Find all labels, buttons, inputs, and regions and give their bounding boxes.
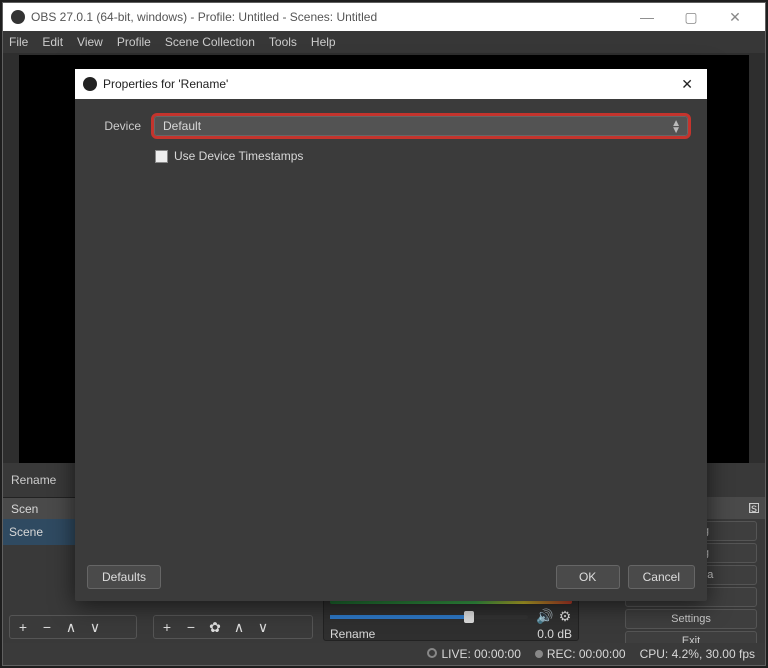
scenes-toolbar: + − ∧ ∨	[9, 615, 137, 639]
dialog-titlebar: Properties for 'Rename' ✕	[75, 69, 707, 99]
scenes-panel-header: Scen	[3, 497, 81, 519]
device-label: Device	[91, 119, 141, 133]
speaker-icon[interactable]: 🔊	[536, 608, 550, 625]
scene-up-icon[interactable]: ∧	[64, 619, 78, 636]
source-item-label[interactable]: Rename	[11, 473, 56, 487]
obs-main-window: OBS 27.0.1 (64-bit, windows) - Profile: …	[2, 2, 766, 666]
status-cpu: CPU: 4.2%, 30.00 fps	[640, 647, 755, 661]
minimize-button[interactable]: —	[625, 9, 669, 25]
mixer-settings-icon[interactable]: ⚙	[558, 608, 572, 625]
dialog-button-row: Defaults OK Cancel	[87, 565, 695, 589]
scenes-header-text: Scen	[11, 502, 38, 516]
remove-source-icon[interactable]: −	[184, 619, 198, 635]
menu-help[interactable]: Help	[311, 35, 336, 49]
status-live: LIVE: 00:00:00	[427, 647, 520, 661]
menu-scene-collection[interactable]: Scene Collection	[165, 35, 255, 49]
close-button[interactable]: ✕	[713, 9, 757, 26]
menu-file[interactable]: File	[9, 35, 28, 49]
popout-icon[interactable]	[749, 503, 759, 513]
scene-item[interactable]: Scene	[3, 519, 81, 545]
device-dropdown-highlight: Default ▲▼	[151, 113, 691, 139]
mixer-db-value: 0.0 dB	[537, 627, 572, 641]
use-device-timestamps-checkbox[interactable]	[155, 150, 168, 163]
scene-down-icon[interactable]: ∨	[88, 619, 102, 636]
add-source-icon[interactable]: +	[160, 619, 174, 635]
live-icon	[427, 648, 437, 658]
scene-item-label: Scene	[9, 525, 43, 539]
source-up-icon[interactable]: ∧	[232, 619, 246, 636]
device-dropdown[interactable]: Default ▲▼	[154, 116, 688, 136]
maximize-button[interactable]: ▢	[669, 9, 713, 26]
dialog-body: Device Default ▲▼ Use Device Timestamps	[75, 99, 707, 177]
titlebar: OBS 27.0.1 (64-bit, windows) - Profile: …	[3, 3, 765, 31]
defaults-button[interactable]: Defaults	[87, 565, 161, 589]
source-props-icon[interactable]: ✿	[208, 619, 222, 636]
dialog-logo-icon	[83, 77, 97, 91]
dialog-close-button[interactable]: ✕	[675, 76, 699, 93]
remove-scene-icon[interactable]: −	[40, 619, 54, 635]
properties-dialog: Properties for 'Rename' ✕ Device Default…	[75, 69, 707, 601]
dialog-title: Properties for 'Rename'	[103, 77, 675, 91]
mixer-channel-name: Rename	[330, 627, 375, 641]
volume-slider[interactable]	[330, 615, 528, 619]
menu-tools[interactable]: Tools	[269, 35, 297, 49]
device-dropdown-value: Default	[163, 119, 201, 133]
status-rec: REC: 00:00:00	[535, 647, 626, 661]
obs-logo-icon	[11, 10, 25, 24]
menu-profile[interactable]: Profile	[117, 35, 151, 49]
use-device-timestamps-label[interactable]: Use Device Timestamps	[174, 149, 303, 163]
source-down-icon[interactable]: ∨	[256, 619, 270, 636]
menu-view[interactable]: View	[77, 35, 103, 49]
rec-icon	[535, 650, 543, 658]
ok-button[interactable]: OK	[556, 565, 620, 589]
window-title: OBS 27.0.1 (64-bit, windows) - Profile: …	[31, 10, 625, 24]
settings-button[interactable]: Settings	[625, 609, 757, 629]
add-scene-icon[interactable]: +	[16, 619, 30, 635]
menu-bar: File Edit View Profile Scene Collection …	[3, 31, 765, 53]
cancel-button[interactable]: Cancel	[628, 565, 695, 589]
menu-edit[interactable]: Edit	[42, 35, 63, 49]
sources-toolbar: + − ✿ ∧ ∨	[153, 615, 313, 639]
dropdown-arrows-icon: ▲▼	[671, 120, 681, 134]
status-bar: LIVE: 00:00:00 REC: 00:00:00 CPU: 4.2%, …	[3, 643, 765, 665]
